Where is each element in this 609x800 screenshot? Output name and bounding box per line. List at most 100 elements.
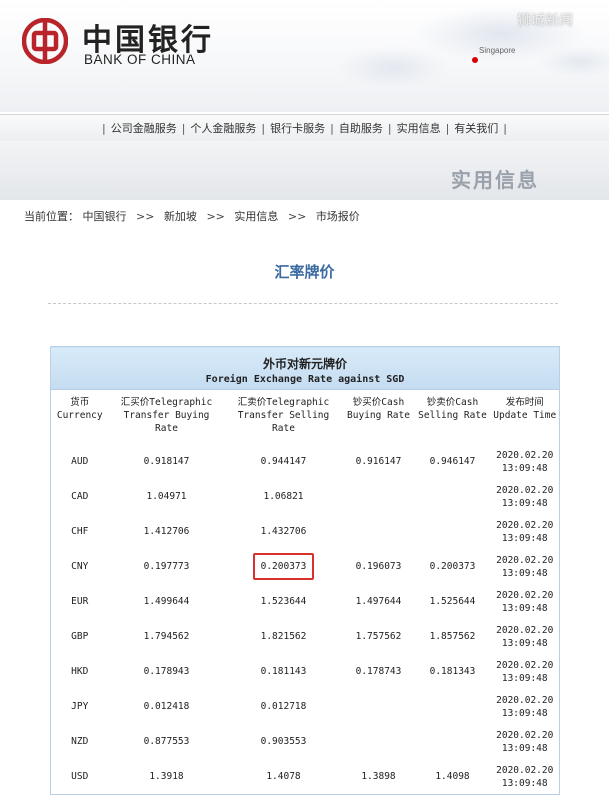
column-header-line: 汇卖价Telegraphic xyxy=(237,397,330,408)
update-date: 2020.02.20 xyxy=(496,659,554,671)
update-time-cell: 2020.02.20 13:09:48 xyxy=(490,479,560,514)
breadcrumb-item-home[interactable]: 中国银行 xyxy=(83,210,127,223)
nav-item-self-service[interactable]: 自助服务 xyxy=(339,120,383,136)
update-time: 13:09:48 xyxy=(501,497,548,509)
cash-selling-rate-cell xyxy=(414,724,491,759)
currency-cell: NZD xyxy=(50,724,109,759)
col-header-currency: 货币 Currency xyxy=(50,389,109,444)
table-row: CAD 1.04971 1.06821 2020.02.20 13:09:48 xyxy=(50,479,560,514)
cash-buying-rate-cell: 0.178743 xyxy=(342,654,415,689)
col-header-update-time: 发布时间 Update Time xyxy=(490,389,560,444)
update-time-cell: 2020.02.20 13:09:48 xyxy=(490,549,560,584)
update-time-cell: 2020.02.20 13:09:48 xyxy=(490,584,560,619)
brand-name-en: BANK OF CHINA xyxy=(84,52,196,67)
update-time: 13:09:48 xyxy=(501,532,548,544)
nav-separator: | xyxy=(503,121,508,135)
cash-selling-rate-cell xyxy=(414,514,491,549)
update-date: 2020.02.20 xyxy=(496,764,554,776)
update-time-cell: 2020.02.20 13:09:48 xyxy=(490,654,560,689)
currency-cell: CHF xyxy=(50,514,109,549)
update-date: 2020.02.20 xyxy=(496,484,554,496)
tt-buying-rate-cell: 1.794562 xyxy=(108,619,225,654)
bank-of-china-logo-icon[interactable] xyxy=(22,18,68,64)
update-time: 13:09:48 xyxy=(501,567,548,579)
nav-item-useful-info[interactable]: 实用信息 xyxy=(397,120,441,136)
breadcrumb-item-market-quotes[interactable]: 市场报价 xyxy=(316,210,360,223)
column-header-line: Selling Rate xyxy=(418,410,487,421)
col-header-tt-selling: 汇卖价Telegraphic Transfer Selling Rate xyxy=(224,389,343,444)
update-date: 2020.02.20 xyxy=(496,624,554,636)
map-label: Singapore xyxy=(479,46,516,55)
currency-cell: GBP xyxy=(50,619,109,654)
currency-cell: HKD xyxy=(50,654,109,689)
column-header-row: 货币 Currency 汇买价Telegraphic Transfer Buying R… xyxy=(50,389,560,444)
cash-selling-rate-cell: 1.4098 xyxy=(414,759,491,795)
update-time: 13:09:48 xyxy=(501,707,548,719)
tt-buying-rate-cell: 0.877553 xyxy=(108,724,225,759)
nav-separator: | xyxy=(261,121,266,135)
nav-separator: | xyxy=(101,121,106,135)
cash-buying-rate-cell xyxy=(342,479,415,514)
watermark: 狮城新闻 xyxy=(517,13,573,29)
tt-selling-rate-cell: 0.944147 xyxy=(224,444,343,479)
tt-buying-rate-cell: 0.012418 xyxy=(108,689,225,724)
nav-separator: | xyxy=(181,121,186,135)
column-header-line: Transfer Selling xyxy=(237,410,330,421)
cash-buying-rate-cell xyxy=(342,514,415,549)
cash-selling-rate-cell: 1.857562 xyxy=(414,619,491,654)
cash-buying-rate-cell: 0.916147 xyxy=(342,444,415,479)
table-row: CNY 0.197773 0.200373 0.196073 0.200373 2020.… xyxy=(50,549,560,584)
update-date: 2020.02.20 xyxy=(496,729,554,741)
column-header-line: 钞卖价Cash xyxy=(426,397,479,408)
tt-buying-rate-cell: 0.178943 xyxy=(108,654,225,689)
cash-selling-rate-cell xyxy=(414,689,491,724)
breadcrumb-item-singapore[interactable]: 新加坡 xyxy=(164,210,197,223)
update-time: 13:09:48 xyxy=(501,672,548,684)
tt-selling-rate-cell: 1.523644 xyxy=(224,584,343,619)
table-body: AUD 0.918147 0.944147 0.916147 0.946147 2020.… xyxy=(50,444,560,795)
page-title: 汇率牌价 xyxy=(274,263,335,281)
update-time-cell: 2020.02.20 13:09:48 xyxy=(490,444,560,479)
cash-buying-rate-cell xyxy=(342,689,415,724)
tt-selling-rate-cell: 1.432706 xyxy=(224,514,343,549)
update-time: 13:09:48 xyxy=(501,462,548,474)
nav-item-corporate[interactable]: 公司金融服务 xyxy=(111,120,177,136)
breadcrumb: 当前位置： 中国银行 >> 新加坡 >> 实用信息 >> 市场报价 xyxy=(24,208,360,224)
update-time-cell: 2020.02.20 13:09:48 xyxy=(490,724,560,759)
table-row: USD 1.3918 1.4078 1.3898 1.4098 2020.02.20 13:… xyxy=(50,759,560,795)
highlighted-rate: 0.200373 xyxy=(252,553,315,580)
column-header-line: 发布时间 xyxy=(505,397,544,408)
column-header-line: Buying Rate xyxy=(347,410,410,421)
tt-selling-rate-cell: 1.06821 xyxy=(224,479,343,514)
table-row: AUD 0.918147 0.944147 0.916147 0.946147 2020.… xyxy=(50,444,560,479)
breadcrumb-item-useful-info[interactable]: 实用信息 xyxy=(234,210,278,223)
currency-cell: AUD xyxy=(50,444,109,479)
nav-item-personal[interactable]: 个人金融服务 xyxy=(190,120,256,136)
table-title-cn: 外币对新元牌价 xyxy=(262,356,347,371)
update-date: 2020.02.20 xyxy=(496,554,554,566)
breadcrumb-arrow: >> xyxy=(206,210,225,223)
table-row: NZD 0.877553 0.903553 2020.02.20 13:09:48 xyxy=(50,724,560,759)
table-row: CHF 1.412706 1.432706 2020.02.20 13:09:48 xyxy=(50,514,560,549)
update-time: 13:09:48 xyxy=(501,637,548,649)
tt-buying-rate-cell: 0.197773 xyxy=(108,549,225,584)
tt-buying-rate-cell: 1.499644 xyxy=(108,584,225,619)
column-header-line: Rate xyxy=(155,423,178,434)
cash-selling-rate-cell: 0.181343 xyxy=(414,654,491,689)
site-header: 中国银行 BANK OF CHINA Singapore 狮城新闻 xyxy=(0,0,609,112)
update-time-cell: 2020.02.20 13:09:48 xyxy=(490,514,560,549)
update-time-cell: 2020.02.20 13:09:48 xyxy=(490,619,560,654)
nav-separator: | xyxy=(387,121,392,135)
nav-item-about[interactable]: 有关我们 xyxy=(454,120,498,136)
update-date: 2020.02.20 xyxy=(496,519,554,531)
cash-selling-rate-cell xyxy=(414,479,491,514)
tt-selling-rate-cell: 1.4078 xyxy=(224,759,343,795)
cash-selling-rate-cell: 0.200373 xyxy=(414,549,491,584)
breadcrumb-prefix: 当前位置： xyxy=(24,210,79,223)
nav-separator: | xyxy=(330,121,334,135)
nav-item-cards[interactable]: 银行卡服务 xyxy=(270,120,325,136)
tt-selling-rate-cell: 1.821562 xyxy=(224,619,343,654)
currency-cell: JPY xyxy=(50,689,109,724)
currency-cell: CNY xyxy=(50,549,109,584)
cash-selling-rate-cell: 0.946147 xyxy=(414,444,491,479)
